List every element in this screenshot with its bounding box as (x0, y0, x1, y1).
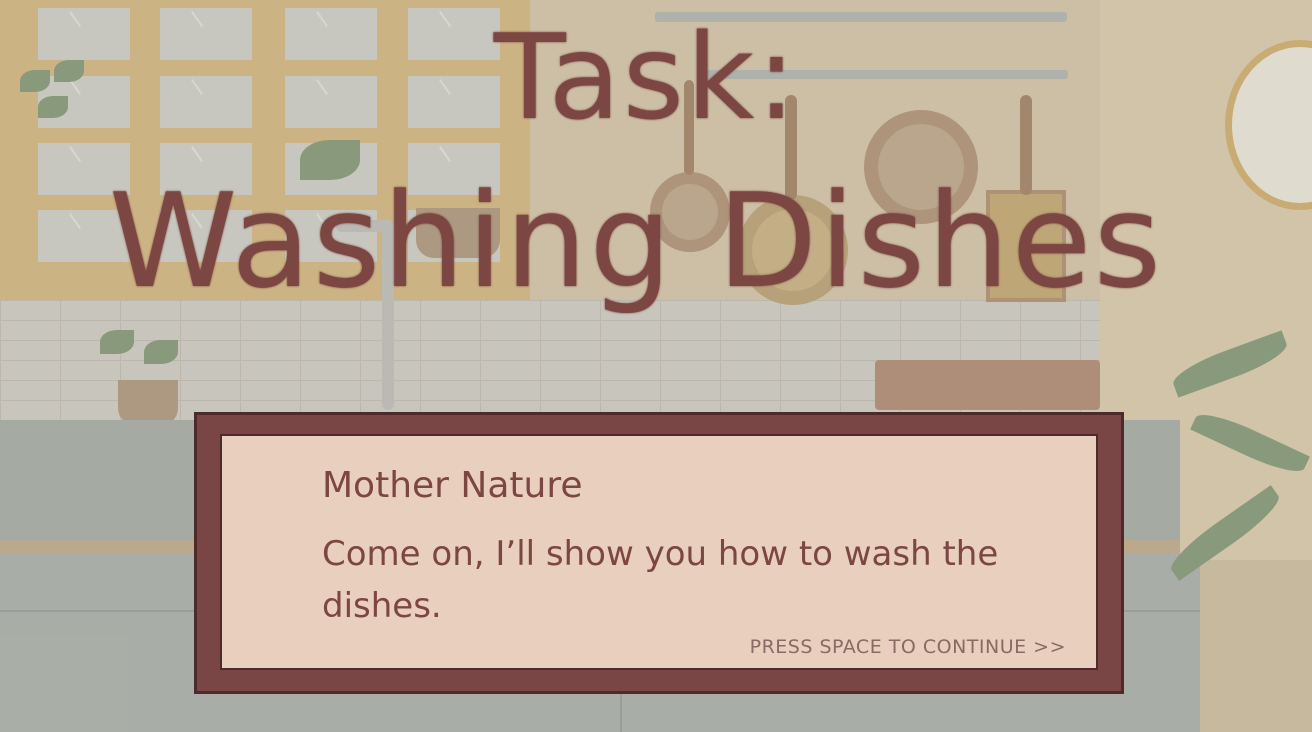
speaker-name: Mother Nature (322, 465, 583, 506)
continue-prompt[interactable]: PRESS SPACE TO CONTINUE >> (750, 636, 1066, 658)
task-title: Task: Washing Dishes (0, 18, 1312, 306)
dialog-text: Come on, I’ll show you how to wash the d… (322, 534, 999, 626)
task-label: Task: (493, 8, 799, 146)
task-name: Washing Dishes (108, 165, 1164, 317)
